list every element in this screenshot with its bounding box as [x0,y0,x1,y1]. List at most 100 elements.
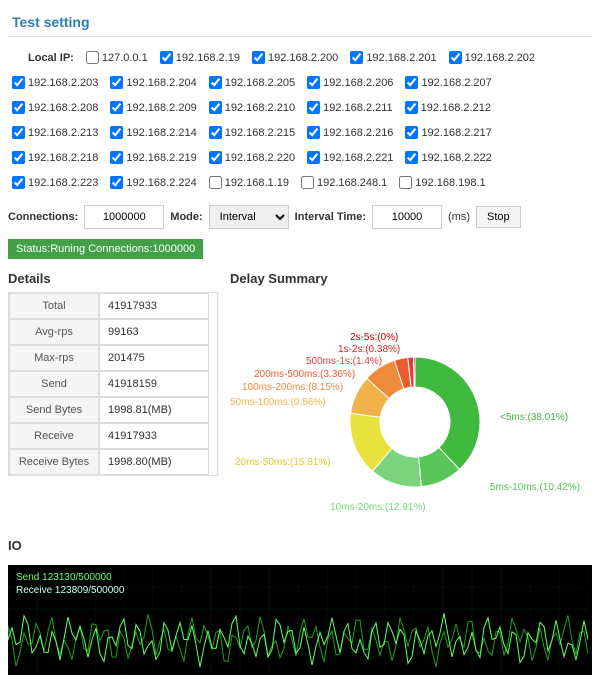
ip-checkbox[interactable] [12,101,25,114]
ip-checkbox[interactable] [405,151,418,164]
ip-item[interactable]: 192.168.2.209 [106,98,196,117]
ip-checkbox[interactable] [110,126,123,139]
ip-checkbox[interactable] [209,101,222,114]
ip-text: 192.168.2.213 [28,127,98,139]
ip-item[interactable]: 192.168.2.214 [106,123,196,142]
ip-item[interactable]: 192.168.2.203 [8,73,98,92]
io-receive-legend: Receive 123809/500000 [16,584,124,597]
io-legend: Send 123130/500000 Receive 123809/500000 [16,571,124,597]
ip-text: 192.168.2.212 [421,102,491,114]
ip-item[interactable]: 192.168.2.204 [106,73,196,92]
io-heading: IO [8,538,592,553]
ip-item[interactable]: 192.168.2.219 [106,148,196,167]
stop-button[interactable]: Stop [476,206,521,228]
connections-label: Connections: [8,211,78,223]
ip-text: 192.168.2.215 [225,127,295,139]
ip-item[interactable]: 192.168.2.210 [205,98,295,117]
ip-text: 192.168.2.223 [28,177,98,189]
ip-checkbox[interactable] [405,101,418,114]
ip-checkbox[interactable] [350,51,363,64]
ip-item[interactable]: 192.168.2.205 [205,73,295,92]
ip-item[interactable]: 192.168.2.200 [248,48,338,67]
ip-text: 192.168.2.207 [421,77,491,89]
ip-checkbox[interactable] [399,176,412,189]
ip-item[interactable]: 192.168.2.221 [303,148,393,167]
ip-text: 192.168.2.222 [421,152,491,164]
ip-checkbox[interactable] [110,151,123,164]
ip-checkbox[interactable] [252,51,265,64]
ip-item[interactable]: 192.168.2.201 [346,48,436,67]
ip-checkbox[interactable] [12,126,25,139]
ip-item[interactable]: 192.168.2.223 [8,173,98,192]
ip-checkbox[interactable] [86,51,99,64]
ip-item[interactable]: 192.168.2.218 [8,148,98,167]
details-table: Total41917933Avg-rps99163Max-rps201475Se… [8,292,218,476]
ip-grid: Local IP: 127.0.0.1 192.168.2.19 192.168.2… [8,45,592,195]
ip-item[interactable]: 192.168.2.222 [401,148,491,167]
ip-checkbox[interactable] [110,101,123,114]
ip-text: 192.168.2.214 [126,127,196,139]
ip-item[interactable]: 192.168.2.217 [401,123,491,142]
interval-input[interactable] [372,205,442,229]
ip-item[interactable]: 192.168.2.224 [106,173,196,192]
ip-checkbox[interactable] [307,126,320,139]
ip-text: 192.168.2.218 [28,152,98,164]
controls-row: Connections: Mode: Interval Interval Tim… [8,205,592,229]
ip-checkbox[interactable] [307,151,320,164]
ip-item[interactable]: 127.0.0.1 [82,48,148,67]
ip-checkbox[interactable] [110,176,123,189]
ip-text: 192.168.2.200 [268,52,338,64]
ip-item[interactable]: 192.168.2.206 [303,73,393,92]
local-ip-label: Local IP: [28,52,74,64]
ip-checkbox[interactable] [209,151,222,164]
mode-select[interactable]: Interval [209,205,289,229]
table-row: Avg-rps99163 [9,319,217,345]
ip-checkbox[interactable] [307,101,320,114]
ip-item[interactable]: 192.168.2.202 [445,48,535,67]
ip-checkbox[interactable] [209,76,222,89]
ip-checkbox[interactable] [301,176,314,189]
ip-item[interactable]: 192.168.2.207 [401,73,491,92]
ip-text: 192.168.2.202 [465,52,535,64]
chart-label: 1s-2s:(0.38%) [338,344,400,355]
ip-checkbox[interactable] [307,76,320,89]
ip-item[interactable]: 192.168.2.213 [8,123,98,142]
ip-item[interactable]: 192.168.2.212 [401,98,491,117]
ip-item[interactable]: 192.168.2.208 [8,98,98,117]
ip-checkbox[interactable] [405,76,418,89]
ip-checkbox[interactable] [209,176,222,189]
ip-checkbox[interactable] [12,76,25,89]
connections-input[interactable] [84,205,164,229]
ip-checkbox[interactable] [12,176,25,189]
details-value: 1998.81(MB) [99,397,209,423]
ip-item[interactable]: 192.168.2.220 [205,148,295,167]
chart-label: 10ms-20ms:(12.91%) [330,502,426,513]
ip-item[interactable]: 192.168.248.1 [297,173,387,192]
io-send-legend: Send 123130/500000 [16,571,124,584]
ip-checkbox[interactable] [110,76,123,89]
chart-label: 5ms-10ms:(10.42%) [490,482,580,493]
ip-checkbox[interactable] [160,51,173,64]
ip-item[interactable]: 192.168.2.216 [303,123,393,142]
ip-checkbox[interactable] [405,126,418,139]
details-key: Avg-rps [9,319,99,345]
table-row: Send41918159 [9,371,217,397]
ip-text: 192.168.198.1 [415,177,485,189]
ip-item[interactable]: 192.168.2.215 [205,123,295,142]
ip-text: 192.168.2.221 [323,152,393,164]
details-key: Max-rps [9,345,99,371]
chart-label: 50ms-100ms:(9.56%) [230,397,326,408]
ip-checkbox[interactable] [12,151,25,164]
delay-donut-chart: <5ms:(38.01%)5ms-10ms:(10.42%)10ms-20ms:… [230,292,570,532]
ip-item[interactable]: 192.168.198.1 [395,173,485,192]
details-panel: Details Total41917933Avg-rps99163Max-rps… [8,265,218,532]
ip-item[interactable]: 192.168.2.211 [303,98,393,117]
status-badge: Status:Runing Connections:1000000 [8,239,203,259]
ip-text: 192.168.2.224 [126,177,196,189]
table-row: Receive41917933 [9,423,217,449]
ip-item[interactable]: 192.168.2.19 [156,48,240,67]
ip-item[interactable]: 192.168.1.19 [205,173,289,192]
ip-checkbox[interactable] [449,51,462,64]
ip-checkbox[interactable] [209,126,222,139]
ip-text: 192.168.2.210 [225,102,295,114]
